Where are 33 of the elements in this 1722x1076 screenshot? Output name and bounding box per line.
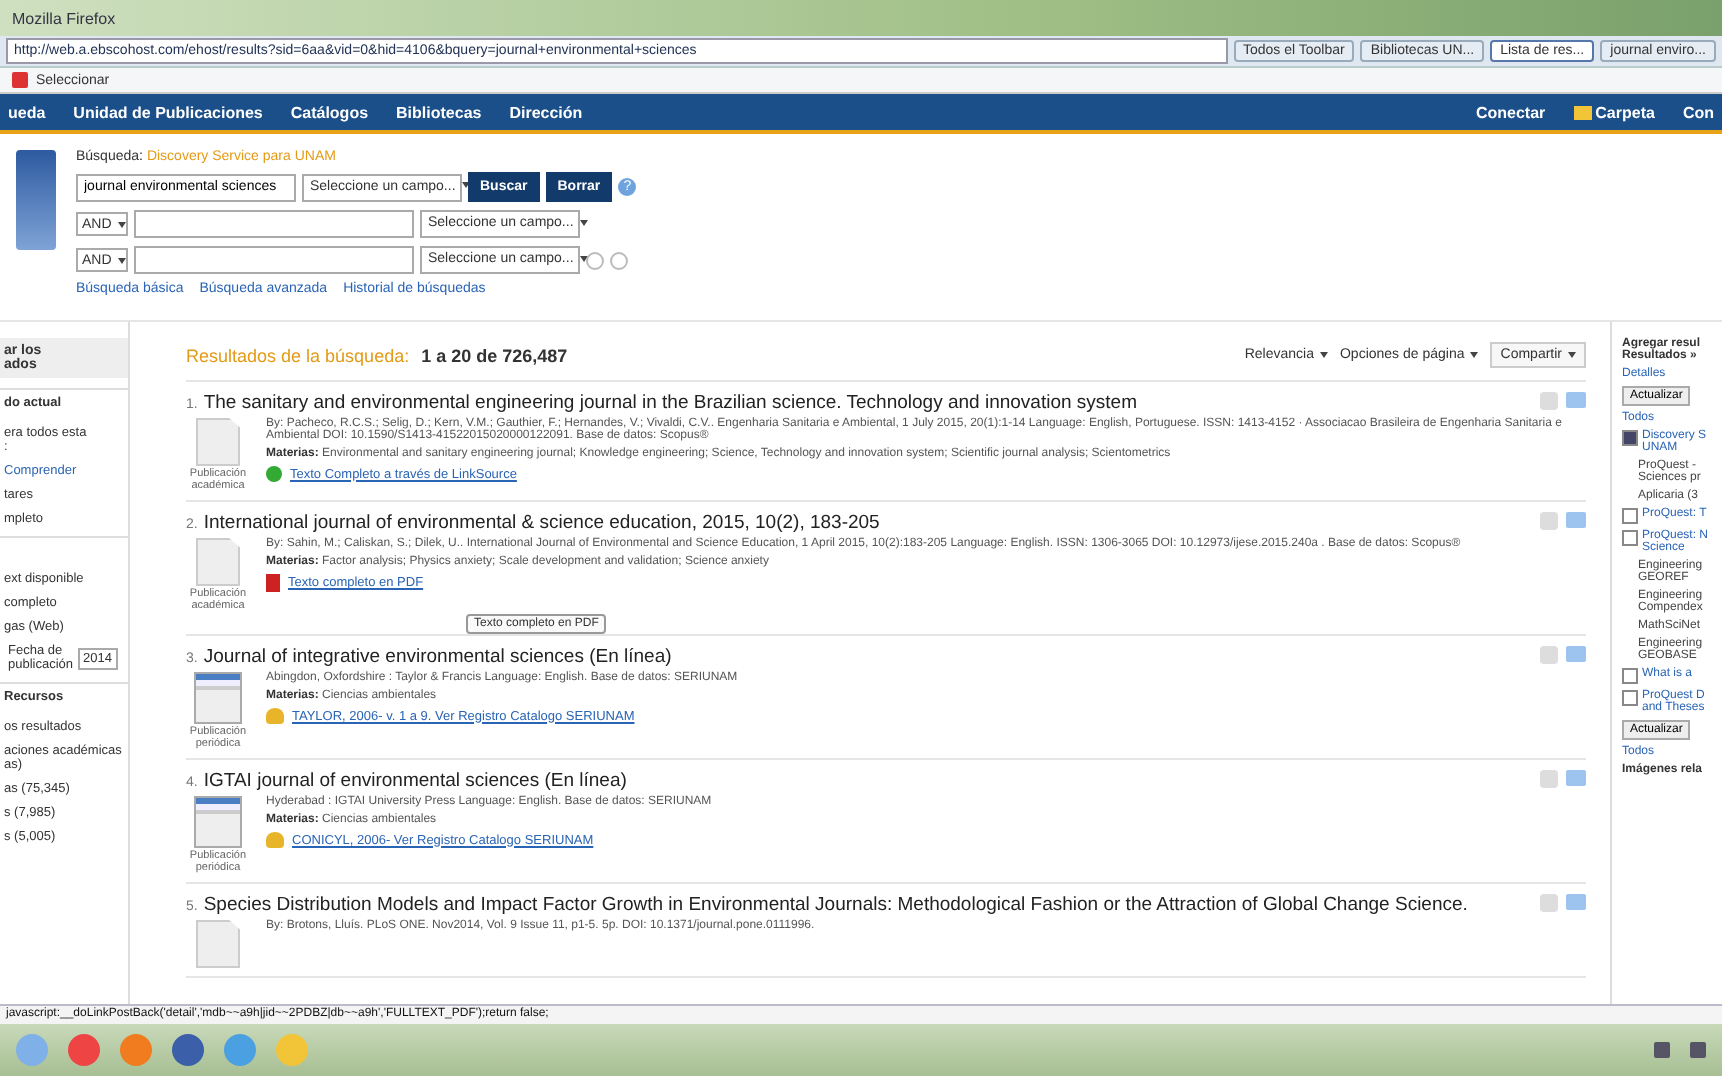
university-logo bbox=[16, 150, 56, 250]
checkbox[interactable] bbox=[1622, 430, 1638, 446]
checkbox[interactable] bbox=[1622, 690, 1638, 706]
tray-icon[interactable] bbox=[1690, 1042, 1706, 1058]
document-icon bbox=[196, 538, 240, 586]
nav-link[interactable]: Bibliotecas bbox=[396, 103, 482, 121]
checkbox[interactable] bbox=[1622, 508, 1638, 524]
taskbar-app-icon[interactable] bbox=[172, 1034, 204, 1066]
taskbar-app-icon[interactable] bbox=[68, 1034, 100, 1066]
checkbox[interactable] bbox=[1622, 668, 1638, 684]
checkbox[interactable] bbox=[1622, 530, 1638, 546]
nav-link[interactable]: Catálogos bbox=[290, 103, 369, 121]
document-icon bbox=[196, 920, 240, 968]
add-row-icon[interactable] bbox=[586, 251, 604, 269]
tray-icon[interactable] bbox=[1654, 1042, 1670, 1058]
nav-link[interactable]: Carpeta bbox=[1573, 103, 1655, 121]
nav-link[interactable]: ueda bbox=[8, 103, 46, 121]
nav-link[interactable]: Con bbox=[1682, 103, 1714, 121]
nav-link[interactable]: Conectar bbox=[1475, 103, 1546, 121]
remove-row-icon[interactable] bbox=[610, 251, 628, 269]
nav-link[interactable]: Dirección bbox=[509, 103, 583, 121]
taskbar-app-icon[interactable] bbox=[224, 1034, 256, 1066]
document-icon bbox=[196, 418, 240, 466]
nav-link[interactable]: Unidad de Publicaciones bbox=[73, 103, 263, 121]
search-field[interactable] bbox=[134, 210, 414, 238]
results-label: Resultados de la búsqueda: bbox=[186, 345, 410, 365]
search-field[interactable] bbox=[134, 246, 414, 274]
periodical-icon bbox=[194, 796, 242, 848]
favorite-icon bbox=[12, 72, 28, 88]
periodical-icon bbox=[194, 672, 242, 724]
taskbar-app-icon[interactable] bbox=[120, 1034, 152, 1066]
results-count: 1 a 20 de 726,487 bbox=[421, 345, 568, 365]
window-title: Mozilla Firefox bbox=[0, 0, 1722, 36]
